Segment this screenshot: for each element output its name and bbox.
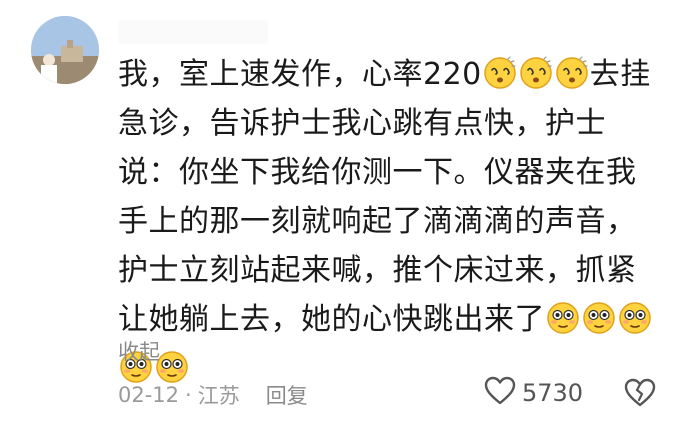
reply-button[interactable]: 回复 <box>266 380 308 410</box>
comment-card: 我，室上速发作，心率220 去挂急诊，告诉护士我心跳有点快，护士说：你坐下我给你测… <box>0 0 690 422</box>
dislike-button[interactable] <box>624 378 656 412</box>
comment-text-segment: 去挂急诊，告诉护士我心跳有点快，护士说：你坐下我给你测一下。仪器夹在我手上的那一… <box>118 57 651 337</box>
avatar[interactable] <box>31 16 99 84</box>
dizzy-face-emoji <box>556 56 588 89</box>
heart-outline-icon <box>484 376 516 410</box>
collapse-button[interactable]: 收起 <box>118 336 160 366</box>
comment-date: 02-12 <box>118 383 180 407</box>
flushed-face-emoji <box>619 302 651 334</box>
comment-text-segment: 我，室上速发作，心率220 <box>118 57 482 92</box>
flushed-face-emoji <box>583 302 615 334</box>
comment-body: 我，室上速发作，心率220 去挂急诊，告诉护士我心跳有点快，护士说：你坐下我给你测… <box>118 50 663 393</box>
dizzy-face-emoji <box>484 56 516 89</box>
broken-heart-icon <box>624 378 656 412</box>
username-placeholder <box>118 20 268 44</box>
comment-meta: 02-12 · 江苏 回复 <box>118 380 308 410</box>
dizzy-face-emoji <box>520 56 552 89</box>
comment-location: 江苏 <box>197 384 240 408</box>
flushed-face-emoji <box>156 351 188 383</box>
like-button[interactable]: 5730 <box>484 376 583 410</box>
flushed-face-emoji <box>547 302 579 334</box>
meta-separator: · <box>185 383 192 407</box>
like-count: 5730 <box>522 379 584 407</box>
